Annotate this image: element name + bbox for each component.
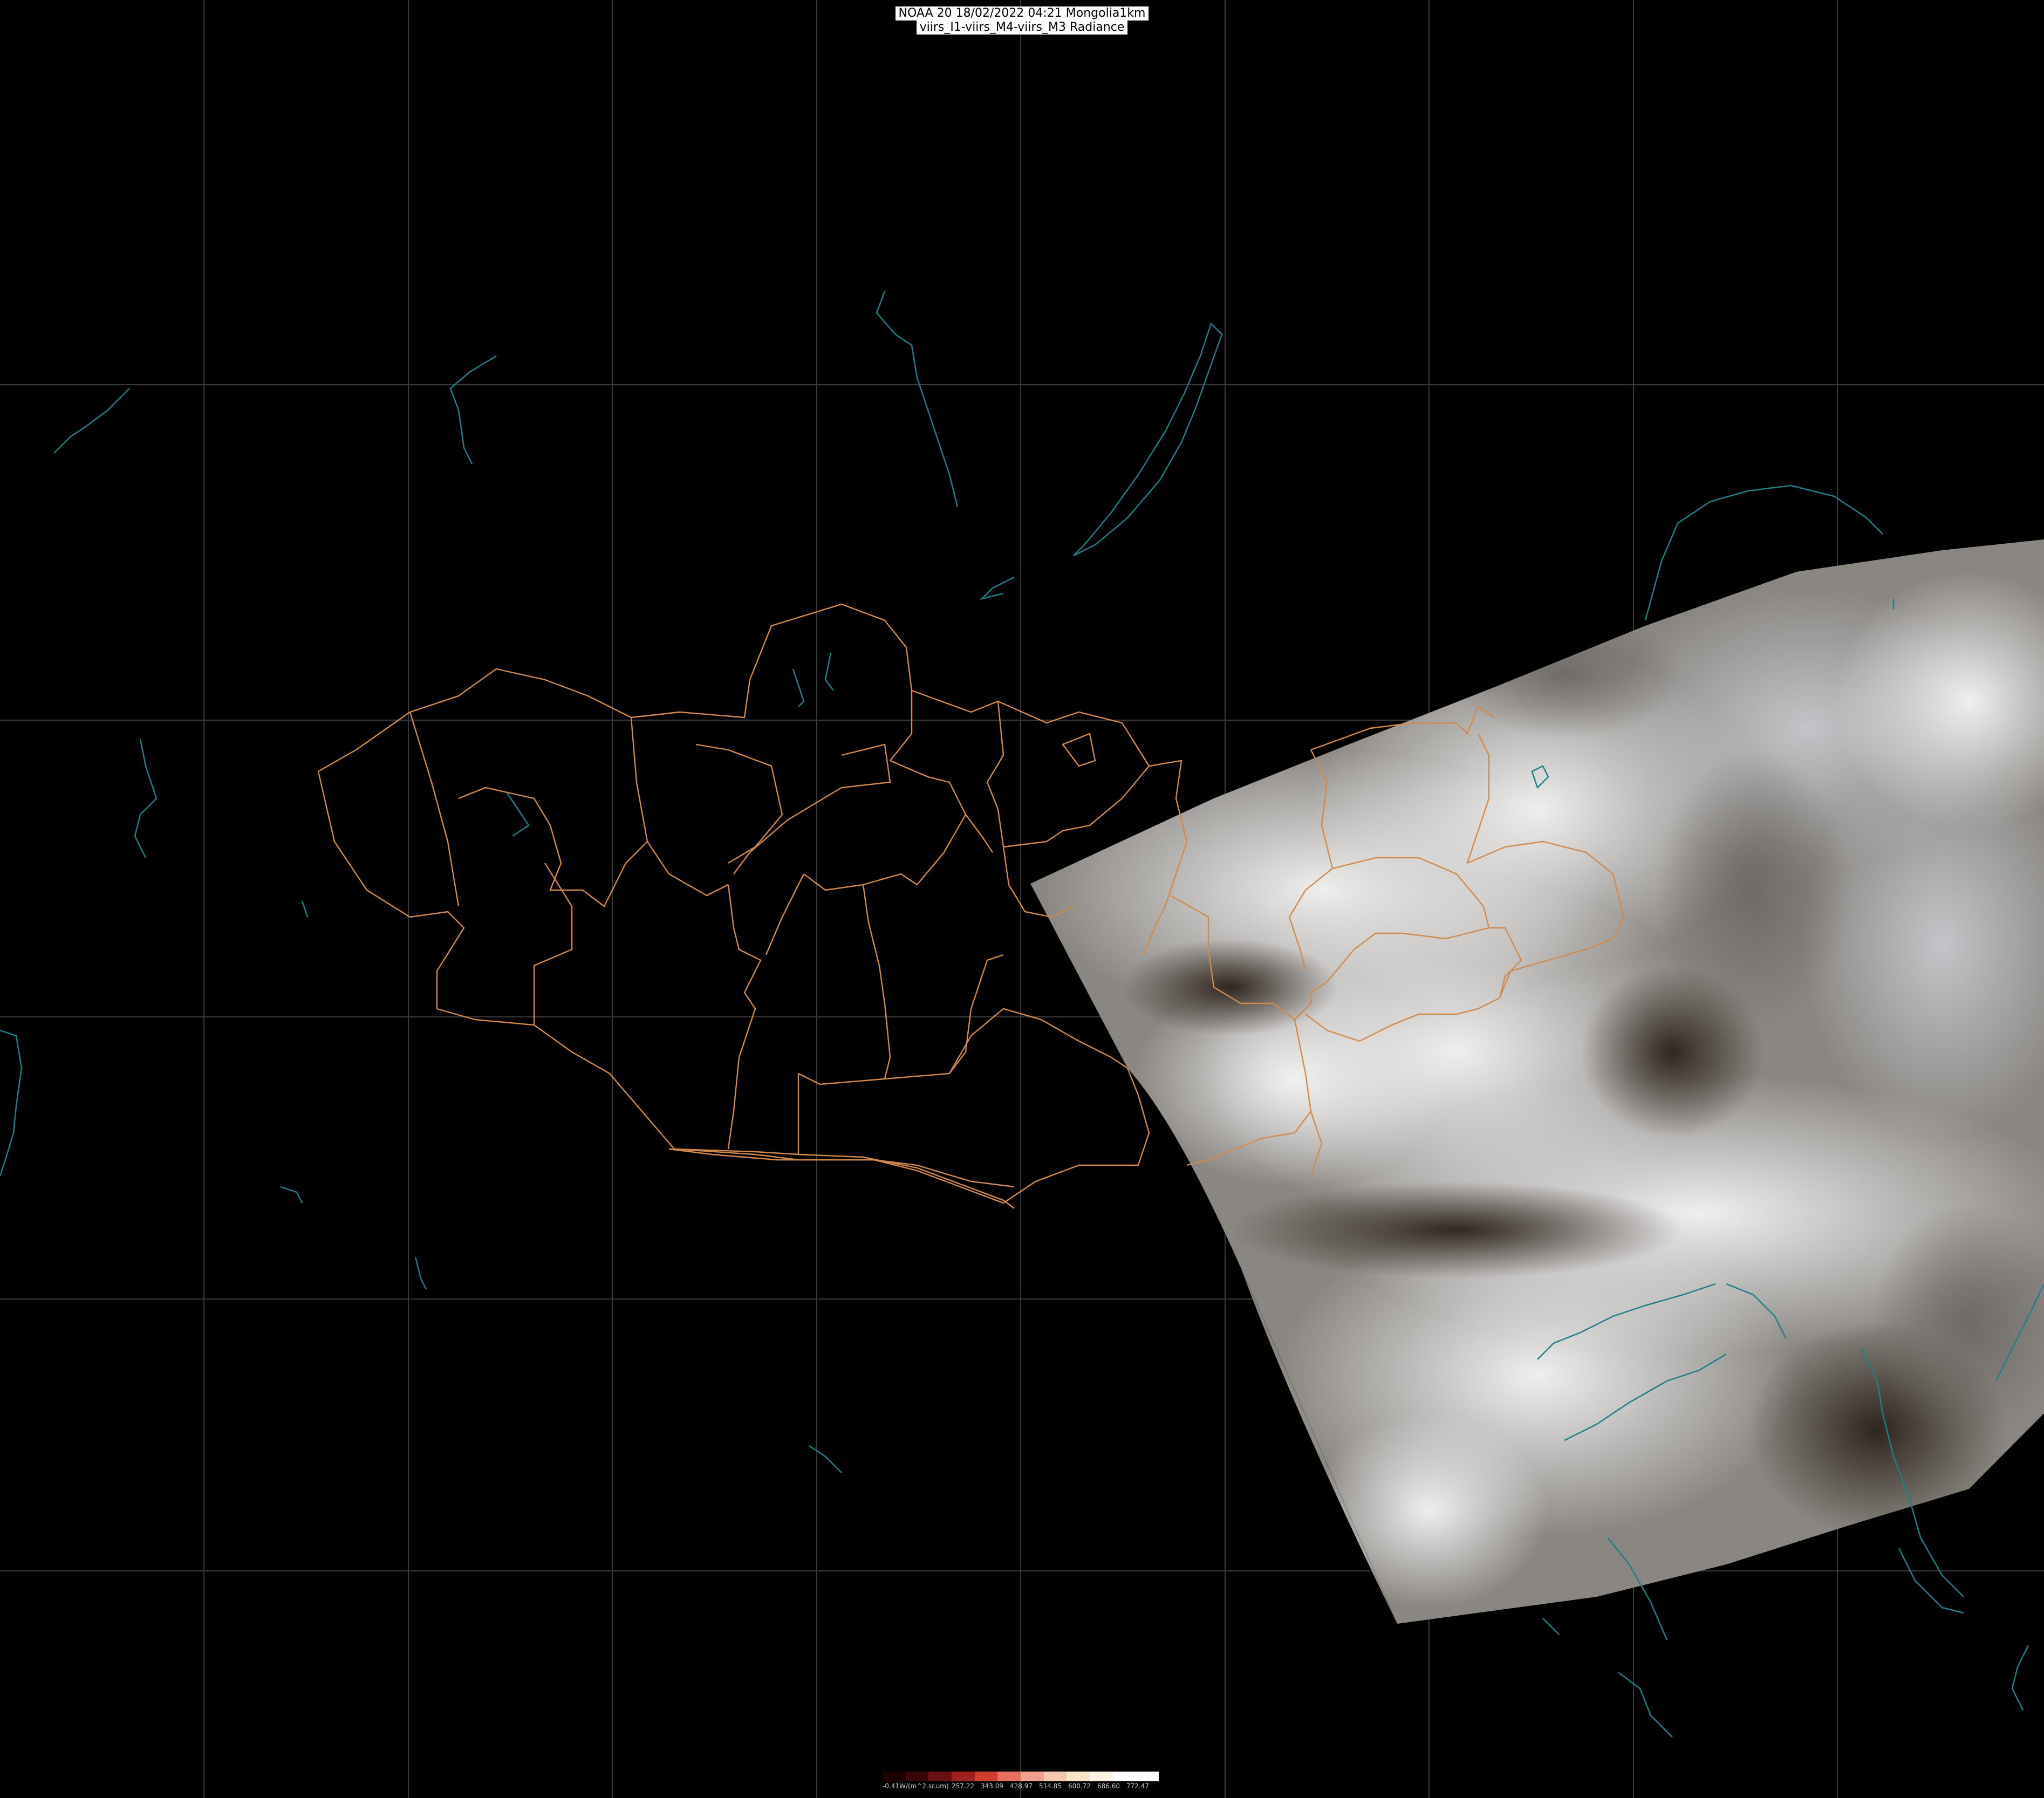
legend-swatch: [974, 1772, 998, 1781]
legend-tick-label: 772.47: [1126, 1782, 1149, 1790]
legend-swatch: [883, 1772, 906, 1781]
legend-swatch: [952, 1772, 975, 1781]
legend-tick-label: 257.22: [952, 1782, 974, 1790]
legend-tick-label: 428.97: [1010, 1782, 1033, 1790]
legend-tick-label: -0.41W/(m^2.sr.um): [883, 1782, 949, 1790]
map-title-line1: NOAA 20 18/02/2022 04:21 Mongolia1km: [895, 6, 1149, 20]
radiance-legend: -0.41W/(m^2.sr.um) 257.22 343.09 428.97 …: [883, 1772, 1159, 1795]
satellite-swath: [1030, 539, 2044, 1624]
legend-swatch: [1136, 1772, 1159, 1781]
legend-tick-labels: -0.41W/(m^2.sr.um) 257.22 343.09 428.97 …: [883, 1782, 1159, 1793]
legend-swatch: [1021, 1772, 1044, 1781]
legend-tick-label: 686.60: [1097, 1782, 1120, 1790]
satellite-map: [0, 0, 2044, 1798]
legend-tick-label: 514.85: [1039, 1782, 1062, 1790]
map-title-line2: viirs_I1-viirs_M4-viirs_M3 Radiance: [916, 20, 1128, 35]
legend-swatch: [997, 1772, 1021, 1781]
legend-swatch: [1067, 1772, 1090, 1781]
legend-swatch: [905, 1772, 929, 1781]
legend-tick-label: 600.72: [1068, 1782, 1091, 1790]
legend-swatch: [1090, 1772, 1113, 1781]
legend-swatch: [1043, 1772, 1067, 1781]
legend-swatch: [928, 1772, 952, 1781]
legend-swatch: [1112, 1772, 1136, 1781]
legend-tick-label: 343.09: [981, 1782, 1003, 1790]
legend-colorbar: [883, 1772, 1159, 1781]
